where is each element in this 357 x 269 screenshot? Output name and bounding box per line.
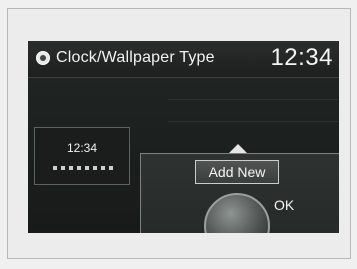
preview-time: 12:34 bbox=[66, 141, 98, 155]
clock-display: 12:34 bbox=[270, 44, 333, 71]
title-bar: Clock/Wallpaper Type 12:34 bbox=[28, 41, 339, 78]
add-new-button[interactable]: Add New bbox=[195, 160, 279, 184]
ok-button[interactable]: OK bbox=[274, 197, 294, 213]
divider bbox=[168, 121, 338, 122]
home-icon[interactable] bbox=[36, 51, 50, 65]
page-title: Clock/Wallpaper Type bbox=[56, 49, 215, 66]
background-menu bbox=[168, 81, 338, 141]
divider bbox=[168, 99, 338, 100]
preview-dots bbox=[53, 166, 113, 170]
popup-arrow-icon bbox=[229, 144, 247, 153]
wallpaper-preview[interactable]: 12:34 bbox=[34, 127, 130, 185]
head-unit-screen: Clock/Wallpaper Type 12:34 12:34 Add New… bbox=[28, 41, 339, 233]
